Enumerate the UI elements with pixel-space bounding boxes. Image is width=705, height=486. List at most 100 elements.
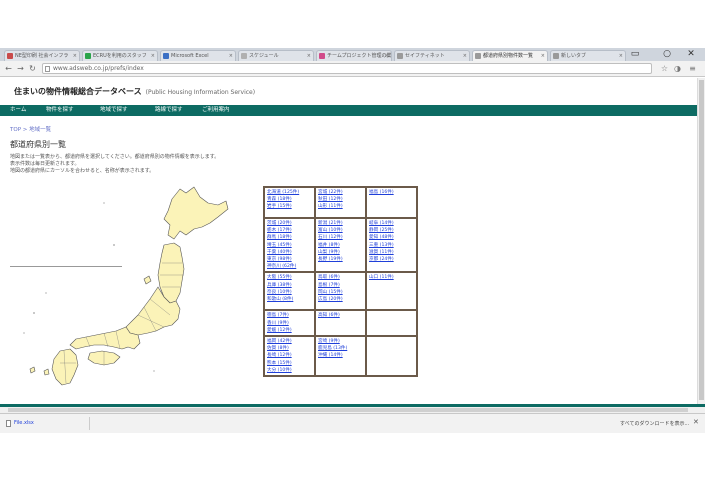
prefecture-link[interactable]: 長崎 (12件) [267,352,312,359]
browser-tab[interactable]: スケジュール × [238,50,314,61]
nav-item-line[interactable]: 路線で探す [155,105,183,116]
prefecture-link[interactable]: 秋田 (12件) [318,196,363,203]
table-row: 北海道 (125件) 青森 (18件) 岩手 (15件) 宮城 (22件) 秋田 (12… [263,186,418,219]
extension-icon[interactable]: ◑ [673,64,682,73]
browser-tab[interactable]: 新しいタブ × [550,50,626,61]
browser-tab[interactable]: Microsoft Excel × [160,50,236,61]
prefecture-link[interactable]: 福岡 (42件) [267,338,312,345]
prefecture-link[interactable]: 神奈川 (62件) [267,263,312,270]
prefecture-link[interactable]: 和歌山 (8件) [267,296,312,303]
prefecture-link[interactable]: 新潟 (21件) [318,220,363,227]
tab-label: 新しいタブ [561,53,587,59]
prefecture-link[interactable]: 大阪 (55件) [267,274,312,281]
prefecture-link[interactable]: 高知 (6件) [318,312,363,319]
prefecture-link[interactable]: 東京 (98件) [267,256,312,263]
tab-favicon [85,53,91,59]
scroll-thumb[interactable] [699,80,704,400]
nav-item-home[interactable]: ホーム [10,105,26,116]
forward-icon[interactable]: → [15,63,26,74]
description-line: 表示件数は毎日更新されます。 [10,161,80,167]
browser-tab[interactable]: 都道府県別物件数一覧 × [472,50,548,61]
prefecture-link[interactable]: 長野 (19件) [318,256,363,263]
browser-tab[interactable]: ECRUを利用のスタッフ × [82,50,158,61]
nav-item-area[interactable]: 地域で探す [100,105,128,116]
prefecture-link[interactable]: 島根 (7件) [318,282,363,289]
prefecture-link[interactable]: 福井 (8件) [318,242,363,249]
tab-close-icon[interactable]: × [463,51,467,61]
tab-close-icon[interactable]: × [541,51,545,61]
prefecture-link[interactable]: 茨城 (20件) [267,220,312,227]
tab-close-icon[interactable]: × [229,51,233,61]
prefecture-link[interactable]: 岡山 (15件) [318,289,363,296]
star-icon[interactable]: ☆ [660,64,669,73]
prefecture-link[interactable]: 埼玉 (45件) [267,242,312,249]
breadcrumb[interactable]: TOP > 地域一覧 [10,125,51,133]
nav-item-guide[interactable]: ご利用案内 [202,105,230,116]
prefecture-link[interactable]: 岐阜 (14件) [369,220,414,227]
table-cell: 鳥取 (6件) 島根 (7件) 岡山 (15件) 広島 (20件) [314,271,367,312]
reload-icon[interactable]: ↻ [27,63,38,74]
tab-label: チームプロジェクト管理の業 [327,53,392,59]
japan-map[interactable] [4,183,249,395]
prefecture-link[interactable]: 兵庫 (38件) [267,282,312,289]
site-title[interactable]: 住まいの物件情報総合データベース (Public Housing Informat… [14,86,255,97]
prefecture-link[interactable]: 奈良 (10件) [267,289,312,296]
prefecture-link[interactable]: 熊本 (15件) [267,360,312,367]
prefecture-link[interactable]: 山口 (11件) [369,274,414,281]
prefecture-link[interactable]: 山梨 (9件) [318,249,363,256]
prefecture-link[interactable]: 山形 (11件) [318,203,363,210]
show-all-downloads-link[interactable]: すべてのダウンロードを表示... [620,420,689,427]
prefecture-link[interactable]: 千葉 (40件) [267,249,312,256]
prefecture-link[interactable]: 香川 (9件) [267,320,312,327]
prefecture-link[interactable]: 愛媛 (12件) [267,327,312,334]
prefecture-link[interactable]: 北海道 (125件) [267,189,312,196]
browser-tab[interactable]: チームプロジェクト管理の業 × [316,50,392,61]
prefecture-link[interactable]: 沖縄 (14件) [318,352,363,359]
close-window-icon[interactable]: ✕ [684,48,698,61]
prefecture-link[interactable]: 宮城 (22件) [318,189,363,196]
table-cell: 北海道 (125件) 青森 (18件) 岩手 (15件) [263,186,316,219]
browser-tab[interactable]: NE型印刷 社会インフラ × [4,50,80,61]
tab-close-icon[interactable]: × [385,51,389,61]
table-row: 茨城 (20件) 栃木 (17件) 群馬 (18件) 埼玉 (45件) 千葉 (40件)… [263,216,418,274]
tab-close-icon[interactable]: × [619,51,623,61]
prefecture-link[interactable]: 富山 (10件) [318,227,363,234]
prefecture-link[interactable]: 京都 (24件) [369,256,414,263]
prefecture-link[interactable]: 岩手 (15件) [267,203,312,210]
prefecture-link[interactable]: 滋賀 (11件) [369,249,414,256]
close-icon[interactable]: ✕ [693,418,699,426]
prefecture-link[interactable]: 大分 (10件) [267,367,312,374]
tab-close-icon[interactable]: × [73,51,77,61]
prefecture-link[interactable]: 鳥取 (6件) [318,274,363,281]
table-row: 徳島 (7件) 香川 (9件) 愛媛 (12件) 高知 (6件) [263,309,418,338]
prefecture-link[interactable]: 静岡 (25件) [369,227,414,234]
prefecture-link[interactable]: 石川 (12件) [318,234,363,241]
address-bar[interactable]: www.adsweb.co.jp/prefs/index [42,63,652,74]
scroll-thumb[interactable] [8,408,688,412]
back-icon[interactable]: ← [3,63,14,74]
minimize-icon[interactable]: ▭ [628,48,642,61]
menu-icon[interactable]: ≡ [688,64,697,73]
prefecture-link[interactable]: 徳島 (7件) [267,312,312,319]
prefecture-link[interactable]: 群馬 (18件) [267,234,312,241]
nav-item-search[interactable]: 物件を探す [46,105,74,116]
download-item[interactable]: File.xlsx [4,417,90,430]
tab-favicon [397,53,403,59]
table-cell [365,335,418,378]
prefecture-link[interactable]: 栃木 (17件) [267,227,312,234]
browser-tab[interactable]: セイフティネット × [394,50,470,61]
vertical-scrollbar[interactable] [697,78,705,404]
prefecture-link[interactable]: 鹿児島 (13件) [318,345,363,352]
prefecture-link[interactable]: 三重 (13件) [369,242,414,249]
prefecture-link[interactable]: 青森 (18件) [267,196,312,203]
prefecture-link[interactable]: 佐賀 (8件) [267,345,312,352]
prefecture-link[interactable]: 広島 (20件) [318,296,363,303]
browser-toolbar: ← → ↻ www.adsweb.co.jp/prefs/index ☆ ◑ ≡ [0,61,705,77]
prefecture-link[interactable]: 愛知 (48件) [369,234,414,241]
prefecture-link[interactable]: 福島 (16件) [369,189,414,196]
map-okinawa [29,366,36,374]
account-icon[interactable]: ○ [660,48,674,61]
tab-close-icon[interactable]: × [307,51,311,61]
tab-close-icon[interactable]: × [151,51,155,61]
prefecture-link[interactable]: 宮崎 (9件) [318,338,363,345]
